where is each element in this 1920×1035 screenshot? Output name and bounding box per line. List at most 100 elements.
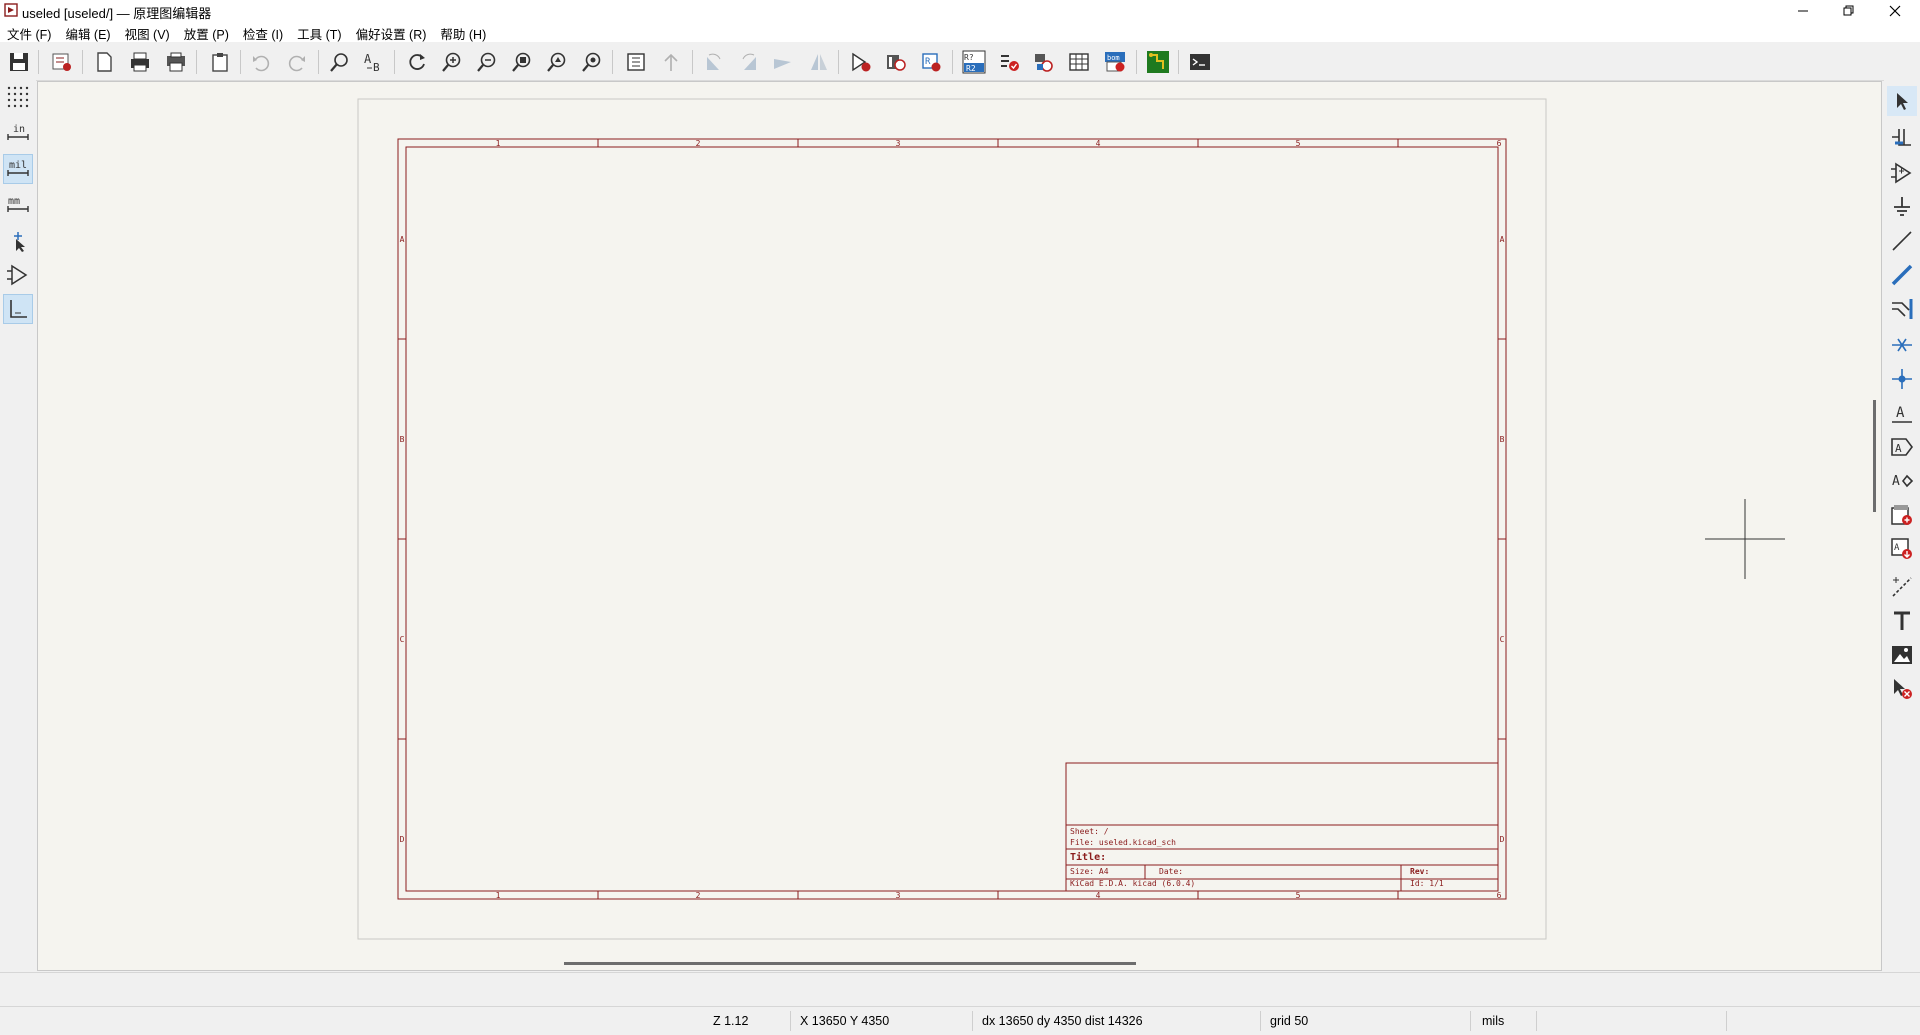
import-sheet-pin-icon[interactable]: A	[1887, 534, 1917, 564]
millimeters-label: mm	[8, 196, 20, 207]
hierarchy-navigator-icon[interactable]	[622, 48, 650, 76]
symbol-browser-icon[interactable]	[882, 48, 910, 76]
add-junction-icon[interactable]	[1887, 364, 1917, 394]
page-settings-icon[interactable]	[90, 48, 118, 76]
annotate-icon[interactable]: R	[917, 48, 945, 76]
menu-edit[interactable]: 编辑 (E)	[58, 22, 117, 42]
row-label-left-d: D	[400, 835, 405, 844]
schematic-setup-icon[interactable]	[48, 48, 76, 76]
menu-inspect[interactable]: 检查 (I)	[236, 22, 290, 42]
edit-fields-table-icon[interactable]	[1065, 48, 1093, 76]
close-icon[interactable]	[1872, 0, 1918, 22]
redo-icon[interactable]	[283, 48, 311, 76]
zoom-out-icon[interactable]	[473, 48, 501, 76]
symbol-fields-icon[interactable]	[995, 48, 1023, 76]
save-icon[interactable]	[5, 48, 33, 76]
millimeters-icon[interactable]: mm	[3, 190, 33, 220]
title-block-id: Id: 1/1	[1410, 879, 1444, 888]
menu-place[interactable]: 放置 (P)	[177, 22, 236, 42]
print-icon[interactable]	[126, 48, 154, 76]
vertical-scrollbar[interactable]	[1873, 400, 1876, 512]
rotate-ccw-icon[interactable]	[700, 48, 728, 76]
col-label-top-3: 3	[896, 139, 901, 148]
line-mode-icon[interactable]	[3, 294, 33, 324]
zoom-fit-icon[interactable]	[508, 48, 536, 76]
symbol-editor-icon[interactable]	[847, 48, 875, 76]
title-block-file: File: useled.kicad_sch	[1070, 838, 1176, 847]
schematic-canvas[interactable]: 1 2 3 4 5 6 1 2 3 4 5 6 A B C D A B C D …	[37, 81, 1882, 971]
find-replace-icon[interactable]: AB	[360, 48, 388, 76]
title-block-size: Size: A4	[1070, 867, 1109, 876]
status-bar: Z 1.12 X 13650 Y 4350 dx 13650 dy 4350 d…	[0, 1006, 1920, 1035]
inches-icon[interactable]: in	[3, 118, 33, 148]
zoom-in-icon[interactable]	[438, 48, 466, 76]
find-icon[interactable]	[326, 48, 354, 76]
add-label-icon[interactable]: A	[1887, 398, 1917, 428]
add-hierarchical-label-icon[interactable]: A	[1887, 466, 1917, 496]
menu-tools[interactable]: 工具 (T)	[290, 22, 348, 42]
minimize-icon[interactable]	[1780, 0, 1826, 22]
row-label-right-c: C	[1500, 635, 1505, 644]
rotate-cw-icon[interactable]	[735, 48, 763, 76]
mils-icon[interactable]: mil	[3, 154, 33, 184]
add-image-icon[interactable]	[1887, 640, 1917, 670]
erc-icon[interactable]: R? R2	[960, 48, 988, 76]
add-symbol-icon[interactable]	[1887, 158, 1917, 188]
add-graphic-line-icon[interactable]	[1887, 572, 1917, 602]
horizontal-scrollbar[interactable]	[564, 962, 1136, 965]
cursor-shape-icon[interactable]	[3, 226, 33, 256]
svg-text:A: A	[1895, 442, 1902, 455]
undo-icon[interactable]	[247, 48, 275, 76]
title-block-title: Title:	[1070, 851, 1106, 863]
window-title: useled [useled/] — 原理图编辑器	[22, 6, 212, 21]
menu-preferences[interactable]: 偏好设置 (R)	[349, 22, 434, 42]
row-label-right-a: A	[1500, 235, 1505, 244]
add-wire-icon[interactable]	[1887, 226, 1917, 256]
bom-icon[interactable]: bom	[1101, 48, 1129, 76]
status-zoom: Z 1.12	[713, 1014, 749, 1028]
status-units: mils	[1482, 1014, 1505, 1028]
select-icon[interactable]	[1887, 86, 1917, 116]
col-label-top-2: 2	[696, 139, 701, 148]
inches-label: in	[13, 124, 25, 135]
menu-file[interactable]: 文件 (F)	[0, 22, 58, 42]
mirror-horizontal-icon[interactable]	[805, 48, 833, 76]
pcb-editor-icon[interactable]	[1144, 48, 1172, 76]
add-text-icon[interactable]	[1887, 606, 1917, 636]
svg-text:bom: bom	[1107, 54, 1120, 62]
refresh-icon[interactable]	[403, 48, 431, 76]
svg-text:A: A	[1896, 405, 1905, 421]
restore-icon[interactable]	[1826, 0, 1872, 22]
svg-text:A: A	[1894, 543, 1900, 553]
col-label-top-4: 4	[1096, 139, 1101, 148]
zoom-objects-icon[interactable]	[543, 48, 571, 76]
row-label-right-b: B	[1500, 435, 1505, 444]
add-hierarchical-sheet-icon[interactable]	[1887, 500, 1917, 530]
svg-text:R?: R?	[964, 53, 974, 62]
crosshair-cursor	[1705, 499, 1785, 579]
col-label-bottom-6: 6	[1497, 891, 1502, 900]
leave-sheet-icon[interactable]	[657, 48, 685, 76]
message-panel	[0, 972, 1920, 1007]
delete-icon[interactable]	[1887, 674, 1917, 704]
add-bus-icon[interactable]	[1887, 260, 1917, 290]
add-no-connect-icon[interactable]	[1887, 330, 1917, 360]
zoom-selection-icon[interactable]	[578, 48, 606, 76]
hidden-pins-icon[interactable]	[3, 260, 33, 290]
menu-help[interactable]: 帮助 (H)	[433, 22, 493, 42]
paste-icon[interactable]	[206, 48, 234, 76]
app-icon	[4, 3, 18, 17]
add-wire-to-bus-entry-icon[interactable]	[1887, 294, 1917, 324]
col-label-bottom-5: 5	[1296, 891, 1301, 900]
scripting-console-icon[interactable]	[1186, 48, 1214, 76]
mirror-vertical-icon[interactable]	[768, 48, 796, 76]
add-power-icon[interactable]	[1887, 192, 1917, 222]
plot-icon[interactable]	[162, 48, 190, 76]
row-label-right-d: D	[1500, 835, 1505, 844]
col-label-bottom-2: 2	[696, 891, 701, 900]
add-global-label-icon[interactable]: A	[1887, 432, 1917, 462]
highlight-net-icon[interactable]	[1887, 122, 1917, 152]
grid-icon[interactable]	[3, 82, 33, 112]
assign-footprints-icon[interactable]	[1030, 48, 1058, 76]
menu-view[interactable]: 视图 (V)	[118, 22, 177, 42]
